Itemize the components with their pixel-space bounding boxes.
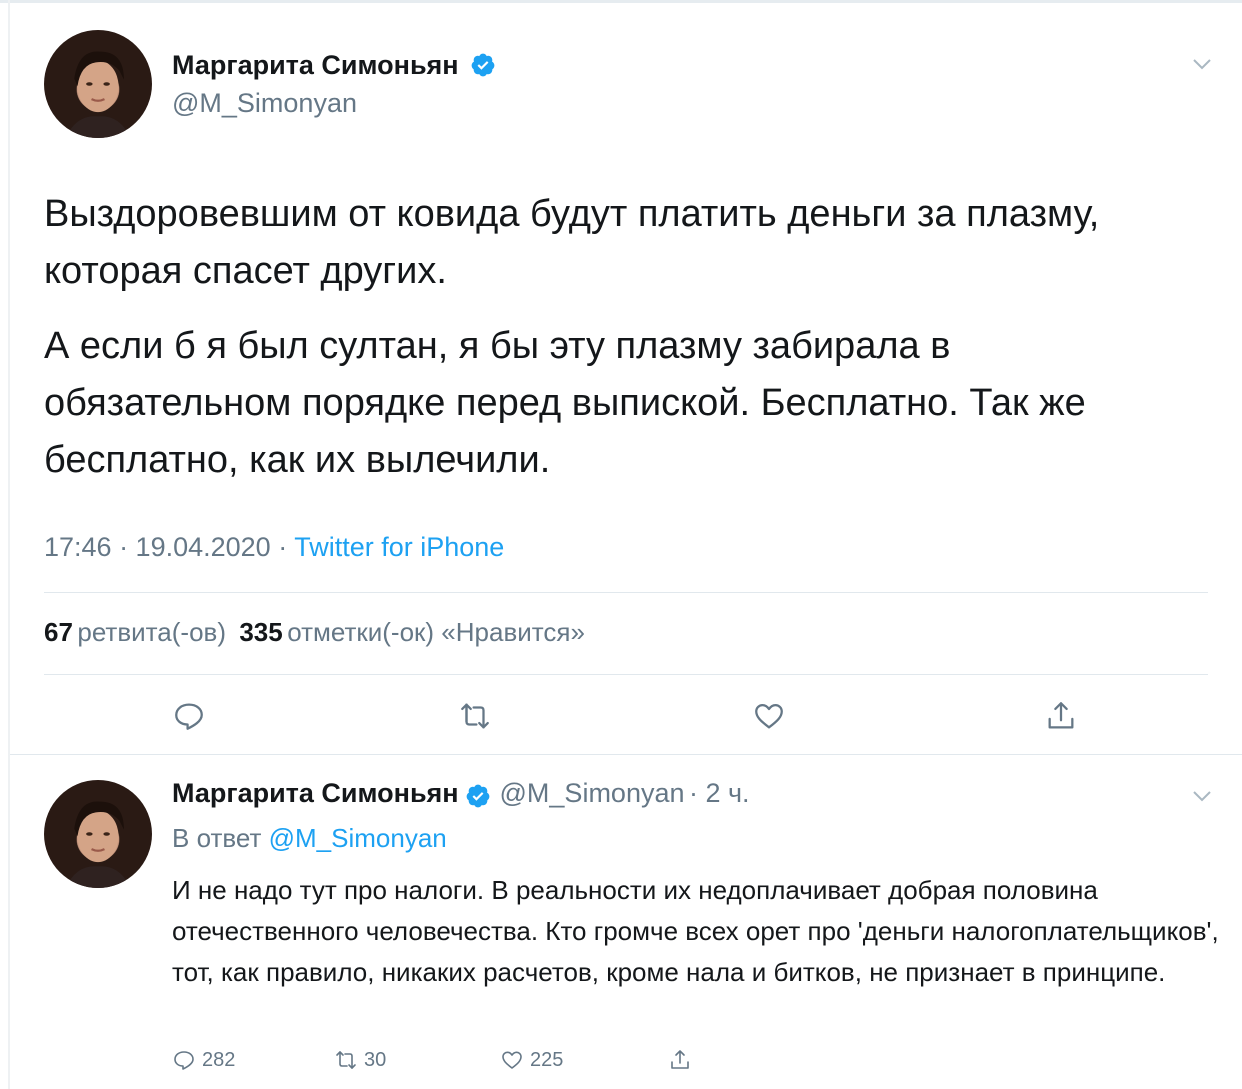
- tweet-timestamp[interactable]: 17:46 · 19.04.2020 ·: [44, 532, 294, 562]
- likes-label[interactable]: отметки(-ок) «Нравится»: [287, 617, 585, 647]
- verified-badge-icon: [471, 53, 495, 77]
- left-border: [8, 0, 10, 1089]
- likes-count[interactable]: 335: [239, 617, 282, 647]
- divider: [44, 592, 1208, 593]
- tweet-stats: 67 ретвита(-ов) 335 отметки(-ок) «Нравит…: [44, 617, 585, 648]
- retweet-count: 30: [364, 1048, 387, 1071]
- tweet-meta: 17:46 · 19.04.2020 · Twitter for iPhone: [44, 532, 504, 563]
- reply-tweet-text: И не надо тут про налоги. В реальности и…: [172, 875, 1219, 987]
- retweets-count[interactable]: 67: [44, 617, 73, 647]
- reply-icon: [174, 1051, 194, 1070]
- retweet-icon: [336, 1051, 356, 1069]
- reply-button[interactable]: [172, 699, 206, 733]
- reply-to-mention[interactable]: @M_Simonyan: [269, 823, 447, 853]
- share-button[interactable]: [1044, 699, 1078, 733]
- reply-like-button[interactable]: 225: [500, 1048, 563, 1072]
- tweet-text-paragraph-2: А если б я был султан, я бы эту плазму з…: [44, 325, 1086, 481]
- retweets-label[interactable]: ретвита(-ов): [77, 617, 226, 647]
- author-handle[interactable]: @M_Simonyan: [172, 88, 357, 119]
- avatar[interactable]: [44, 30, 152, 138]
- verified-badge-icon: [466, 784, 490, 808]
- avatar[interactable]: [44, 780, 152, 888]
- author-name[interactable]: Маргарита Симоньян: [172, 50, 496, 81]
- heart-icon: [502, 1051, 522, 1069]
- reply-count: 282: [202, 1048, 236, 1071]
- chevron-down-icon[interactable]: [1192, 58, 1212, 70]
- reply-time[interactable]: · 2 ч.: [689, 778, 750, 808]
- author-name-text[interactable]: Маргарита Симоньян: [172, 50, 459, 80]
- reply-share-button[interactable]: [668, 1048, 692, 1072]
- share-icon: [1048, 702, 1074, 729]
- reply-to-line: В ответ @M_Simonyan: [172, 823, 447, 854]
- top-border: [0, 0, 1242, 3]
- heart-icon: [755, 703, 783, 729]
- reply-to-prefix: В ответ: [172, 823, 262, 853]
- reply-header: Маргарита Симоньян @M_Simonyan · 2 ч.: [172, 778, 750, 809]
- reply-author-name[interactable]: Маргарита Симоньян: [172, 778, 459, 808]
- tweet-text-paragraph-1: Выздоровевшим от ковида будут платить де…: [44, 193, 1100, 292]
- share-icon: [671, 1050, 689, 1069]
- chevron-down-icon[interactable]: [1192, 790, 1212, 802]
- divider: [10, 754, 1242, 755]
- like-button[interactable]: [752, 699, 786, 733]
- like-count: 225: [530, 1048, 564, 1071]
- reply-author-handle[interactable]: @M_Simonyan: [500, 778, 685, 808]
- reply-icon: [175, 703, 203, 730]
- reply-reply-button[interactable]: 282: [172, 1048, 235, 1072]
- divider: [44, 674, 1208, 675]
- tweet-source-link[interactable]: Twitter for iPhone: [294, 532, 504, 562]
- retweet-button[interactable]: [458, 699, 492, 733]
- reply-retweet-button[interactable]: 30: [334, 1048, 386, 1072]
- retweet-icon: [461, 703, 489, 729]
